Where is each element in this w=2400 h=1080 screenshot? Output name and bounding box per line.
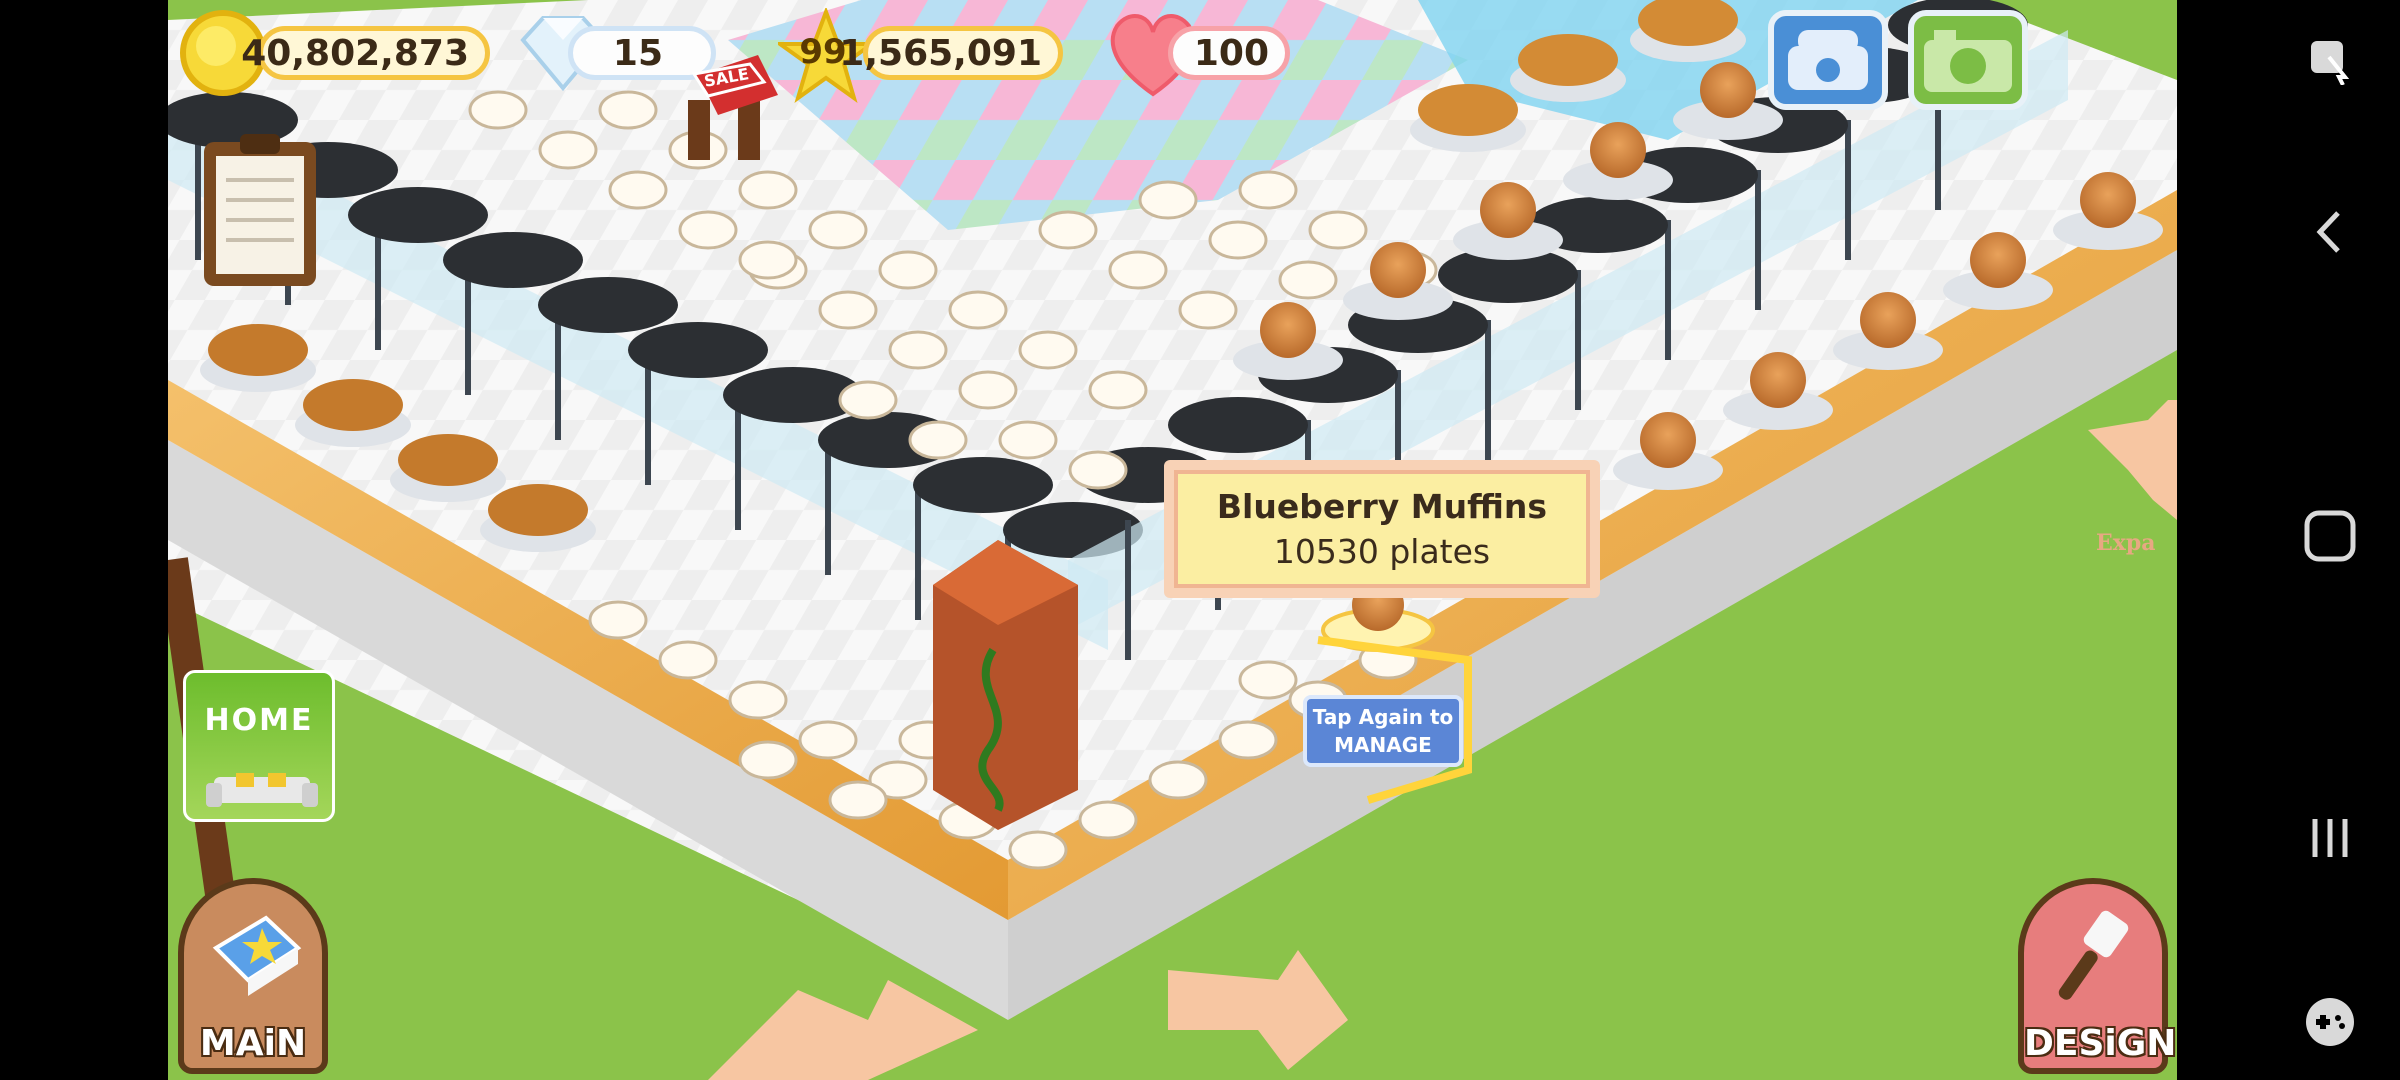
item-tooltip: Blueberry Muffins 10530 plates (1164, 460, 1600, 598)
gems-value: 15 (612, 32, 663, 74)
expand-label[interactable]: Expa (2096, 530, 2156, 556)
tooltip-title: Blueberry Muffins (1216, 487, 1548, 526)
home-square-icon[interactable] (2290, 496, 2370, 576)
game-viewport[interactable]: 40,802,873 15 SALE 99 1,565,091 100 S Bl (168, 0, 2177, 1080)
recents-icon[interactable] (2290, 798, 2370, 878)
tap-badge-line1: Tap Again to (1312, 705, 1454, 729)
wooden-pillar (933, 540, 1078, 830)
main-label: MAiN (199, 1023, 307, 1064)
sale-tag-icon[interactable]: SALE (688, 60, 768, 100)
hearts-counter: 100 (1168, 26, 1290, 80)
coins-value: 40,802,873 (241, 32, 469, 74)
coins-counter: 40,802,873 (241, 26, 490, 80)
clipboard-icon[interactable] (200, 130, 320, 290)
experience-value: 1,565,091 (839, 32, 1042, 74)
camera-button[interactable] (1908, 10, 2028, 110)
design-label: DESiGN (2024, 1023, 2177, 1064)
phone-icon (1788, 30, 1868, 90)
phone-button[interactable] (1768, 10, 1888, 110)
gamepad-icon[interactable] (2290, 982, 2370, 1062)
experience-counter: 1,565,091 (839, 26, 1063, 80)
recipe-book-icon (212, 915, 302, 996)
design-button[interactable]: DESiGN (2018, 878, 2177, 1074)
main-menu-button[interactable]: MAiN (178, 878, 328, 1074)
camera-icon (1924, 30, 2012, 92)
home-button[interactable]: HOME (183, 670, 335, 822)
paintbrush-icon (2058, 910, 2129, 1000)
accessibility-touch-icon[interactable] (2290, 20, 2370, 100)
sofa-icon (206, 773, 318, 807)
left-letterbox (0, 0, 168, 1080)
tooltip-subtitle: 10530 plates (1273, 532, 1491, 571)
hearts-value: 100 (1193, 32, 1269, 74)
back-chevron-icon[interactable] (2290, 192, 2370, 272)
tap-badge-line2: MANAGE (1334, 733, 1432, 757)
tap-again-manage-badge[interactable]: Tap Again to MANAGE (1303, 695, 1463, 767)
home-label: HOME (204, 703, 314, 738)
